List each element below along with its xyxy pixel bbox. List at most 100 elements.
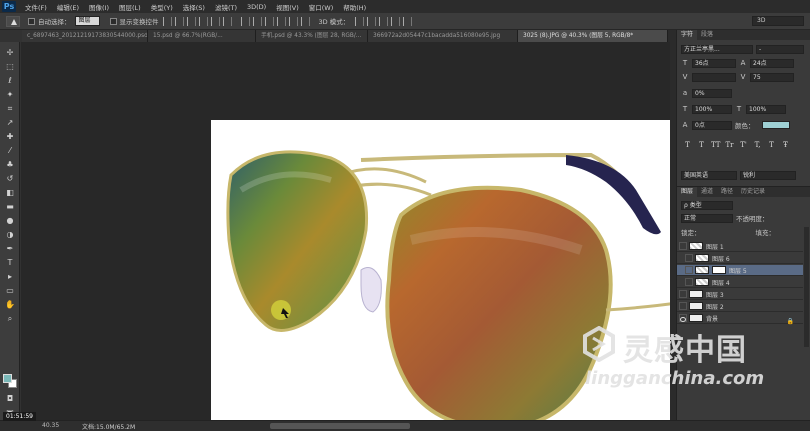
marquee-tool-icon[interactable]: ⬚ — [5, 62, 15, 72]
tab-history[interactable]: 历史记录 — [737, 187, 769, 197]
vertical-scale-field[interactable]: 100% — [692, 104, 732, 114]
visibility-toggle[interactable] — [679, 290, 687, 298]
visibility-toggle[interactable] — [679, 314, 687, 322]
3d-roll-icon[interactable] — [367, 16, 377, 26]
visibility-toggle[interactable] — [685, 278, 693, 286]
visibility-toggle[interactable] — [679, 302, 687, 310]
zoom-tool-icon[interactable]: ⌕ — [5, 314, 15, 324]
font-family-select[interactable]: 方正兰亭黑... — [681, 44, 753, 54]
menu-image[interactable]: 图像(I) — [84, 2, 114, 12]
subscript-button[interactable]: T, — [753, 141, 762, 149]
menu-type[interactable]: 类型(Y) — [146, 2, 178, 12]
dodge-tool-icon[interactable]: ◑ — [5, 230, 15, 240]
menu-filter[interactable]: 滤镜(T) — [210, 2, 242, 12]
align-bottom-icon[interactable] — [186, 16, 196, 26]
pen-tool-icon[interactable]: ✒ — [5, 244, 15, 254]
layer-row[interactable]: 图层 1 — [677, 241, 803, 252]
kerning-field[interactable] — [692, 72, 736, 82]
auto-select-checkbox[interactable] — [28, 17, 35, 25]
align-right-icon[interactable] — [222, 16, 232, 26]
underline-button[interactable]: T — [767, 141, 776, 149]
vertical-shift-field[interactable]: 0% — [692, 88, 732, 98]
menu-window[interactable]: 窗口(W) — [304, 2, 339, 12]
distribute-left-icon[interactable] — [276, 16, 286, 26]
foreground-color-swatch[interactable] — [3, 374, 12, 383]
menu-file[interactable]: 文件(F) — [20, 2, 52, 12]
tab-paragraph[interactable]: 段落 — [697, 30, 717, 40]
visibility-toggle[interactable] — [679, 242, 687, 250]
menu-select[interactable]: 选择(S) — [178, 2, 210, 12]
layer-filter-select[interactable]: ρ 类型 — [681, 200, 733, 210]
distribute-hcenter-icon[interactable] — [288, 16, 298, 26]
menu-edit[interactable]: 编辑(E) — [52, 2, 84, 12]
distribute-bottom-icon[interactable] — [264, 16, 274, 26]
3d-pan-icon[interactable] — [379, 16, 389, 26]
brush-tool-icon[interactable]: ⁄ — [5, 146, 15, 156]
shape-tool-icon[interactable]: ▭ — [5, 286, 15, 296]
document-tab[interactable]: 15.psd @ 66.7%(RGB/... — [148, 30, 256, 42]
layer-row[interactable]: 图层 4 — [677, 277, 803, 288]
3d-scale-icon[interactable] — [403, 16, 413, 26]
path-selection-icon[interactable]: ▸ — [5, 272, 15, 282]
3d-rotate-icon[interactable] — [355, 16, 365, 26]
eyedropper-icon[interactable]: ↗ — [5, 118, 15, 128]
faux-italic-button[interactable]: T — [697, 141, 706, 149]
document-tab[interactable]: c_6897463_20121219173830544000.psd — [22, 30, 148, 42]
tab-layers[interactable]: 图层 — [677, 187, 698, 197]
visibility-toggle[interactable] — [685, 266, 693, 274]
hand-tool-icon[interactable]: ✋ — [5, 300, 15, 310]
all-caps-button[interactable]: TT — [711, 141, 720, 149]
3d-slide-icon[interactable] — [391, 16, 401, 26]
auto-select-dropdown[interactable]: 图层 — [74, 16, 100, 26]
align-hcenter-icon[interactable] — [210, 16, 220, 26]
layer-row[interactable]: 图层 3 — [677, 289, 803, 300]
align-top-icon[interactable] — [162, 16, 172, 26]
document-tab[interactable]: 手机.psd @ 43.3% (图层 28, RGB/... — [256, 30, 368, 42]
crop-tool-icon[interactable]: ⌗ — [5, 104, 15, 114]
move-tool-icon[interactable]: ✢ — [5, 48, 15, 58]
quick-mask-icon[interactable]: ◘ — [5, 394, 15, 404]
antialias-select[interactable]: 锐利 — [740, 170, 796, 180]
layer-row[interactable]: 图层 6 — [677, 253, 803, 264]
clone-stamp-icon[interactable]: ♣ — [5, 160, 15, 170]
type-tool-icon[interactable]: T — [5, 258, 15, 268]
layer-row[interactable]: 图层 2 — [677, 301, 803, 312]
tab-channels[interactable]: 通道 — [697, 187, 717, 197]
distribute-top-icon[interactable] — [240, 16, 250, 26]
layer-row-selected[interactable]: 图层 5 — [677, 265, 803, 276]
healing-brush-icon[interactable]: ✚ — [5, 132, 15, 142]
document-tab[interactable]: 366972a2d05447c1bacadda516080e95.jpg — [368, 30, 518, 42]
magic-wand-icon[interactable]: ✦ — [5, 90, 15, 100]
canvas-area[interactable] — [21, 42, 685, 431]
zoom-level[interactable]: 40.35 — [42, 422, 59, 429]
menu-layer[interactable]: 图层(L) — [114, 2, 146, 12]
horizontal-scrollbar[interactable] — [270, 423, 410, 429]
layer-row[interactable]: 背景 — [677, 313, 803, 324]
move-tool-preset-icon[interactable] — [6, 15, 20, 27]
menu-3d[interactable]: 3D(D) — [242, 3, 271, 11]
document-info[interactable]: 文档:15.0M/65.2M — [82, 422, 135, 431]
small-caps-button[interactable]: Tr — [725, 141, 734, 149]
align-left-icon[interactable] — [198, 16, 208, 26]
visibility-toggle[interactable] — [685, 254, 693, 262]
lasso-tool-icon[interactable]: ℓ — [5, 76, 15, 86]
tab-paths[interactable]: 路径 — [717, 187, 737, 197]
tab-character[interactable]: 字符 — [677, 30, 698, 40]
menu-view[interactable]: 视图(V) — [271, 2, 304, 12]
show-transform-checkbox[interactable] — [109, 17, 117, 25]
language-select[interactable]: 美国英语 — [681, 170, 737, 180]
font-size-field[interactable]: 36点 — [692, 58, 736, 68]
strikethrough-button[interactable]: Ŧ — [781, 141, 790, 149]
layers-scrollbar[interactable] — [804, 227, 809, 347]
workspace-dropdown[interactable]: 3D — [752, 16, 804, 26]
blur-tool-icon[interactable]: ● — [5, 216, 15, 226]
distribute-right-icon[interactable] — [300, 16, 310, 26]
text-color-swatch[interactable] — [761, 121, 790, 129]
gradient-tool-icon[interactable]: ▬ — [5, 202, 15, 212]
eraser-tool-icon[interactable]: ◧ — [5, 188, 15, 198]
tracking-field[interactable]: 75 — [750, 72, 794, 82]
distribute-vcenter-icon[interactable] — [252, 16, 262, 26]
align-vcenter-icon[interactable] — [174, 16, 184, 26]
font-style-select[interactable]: - — [756, 44, 804, 54]
menu-help[interactable]: 帮助(H) — [338, 2, 371, 12]
